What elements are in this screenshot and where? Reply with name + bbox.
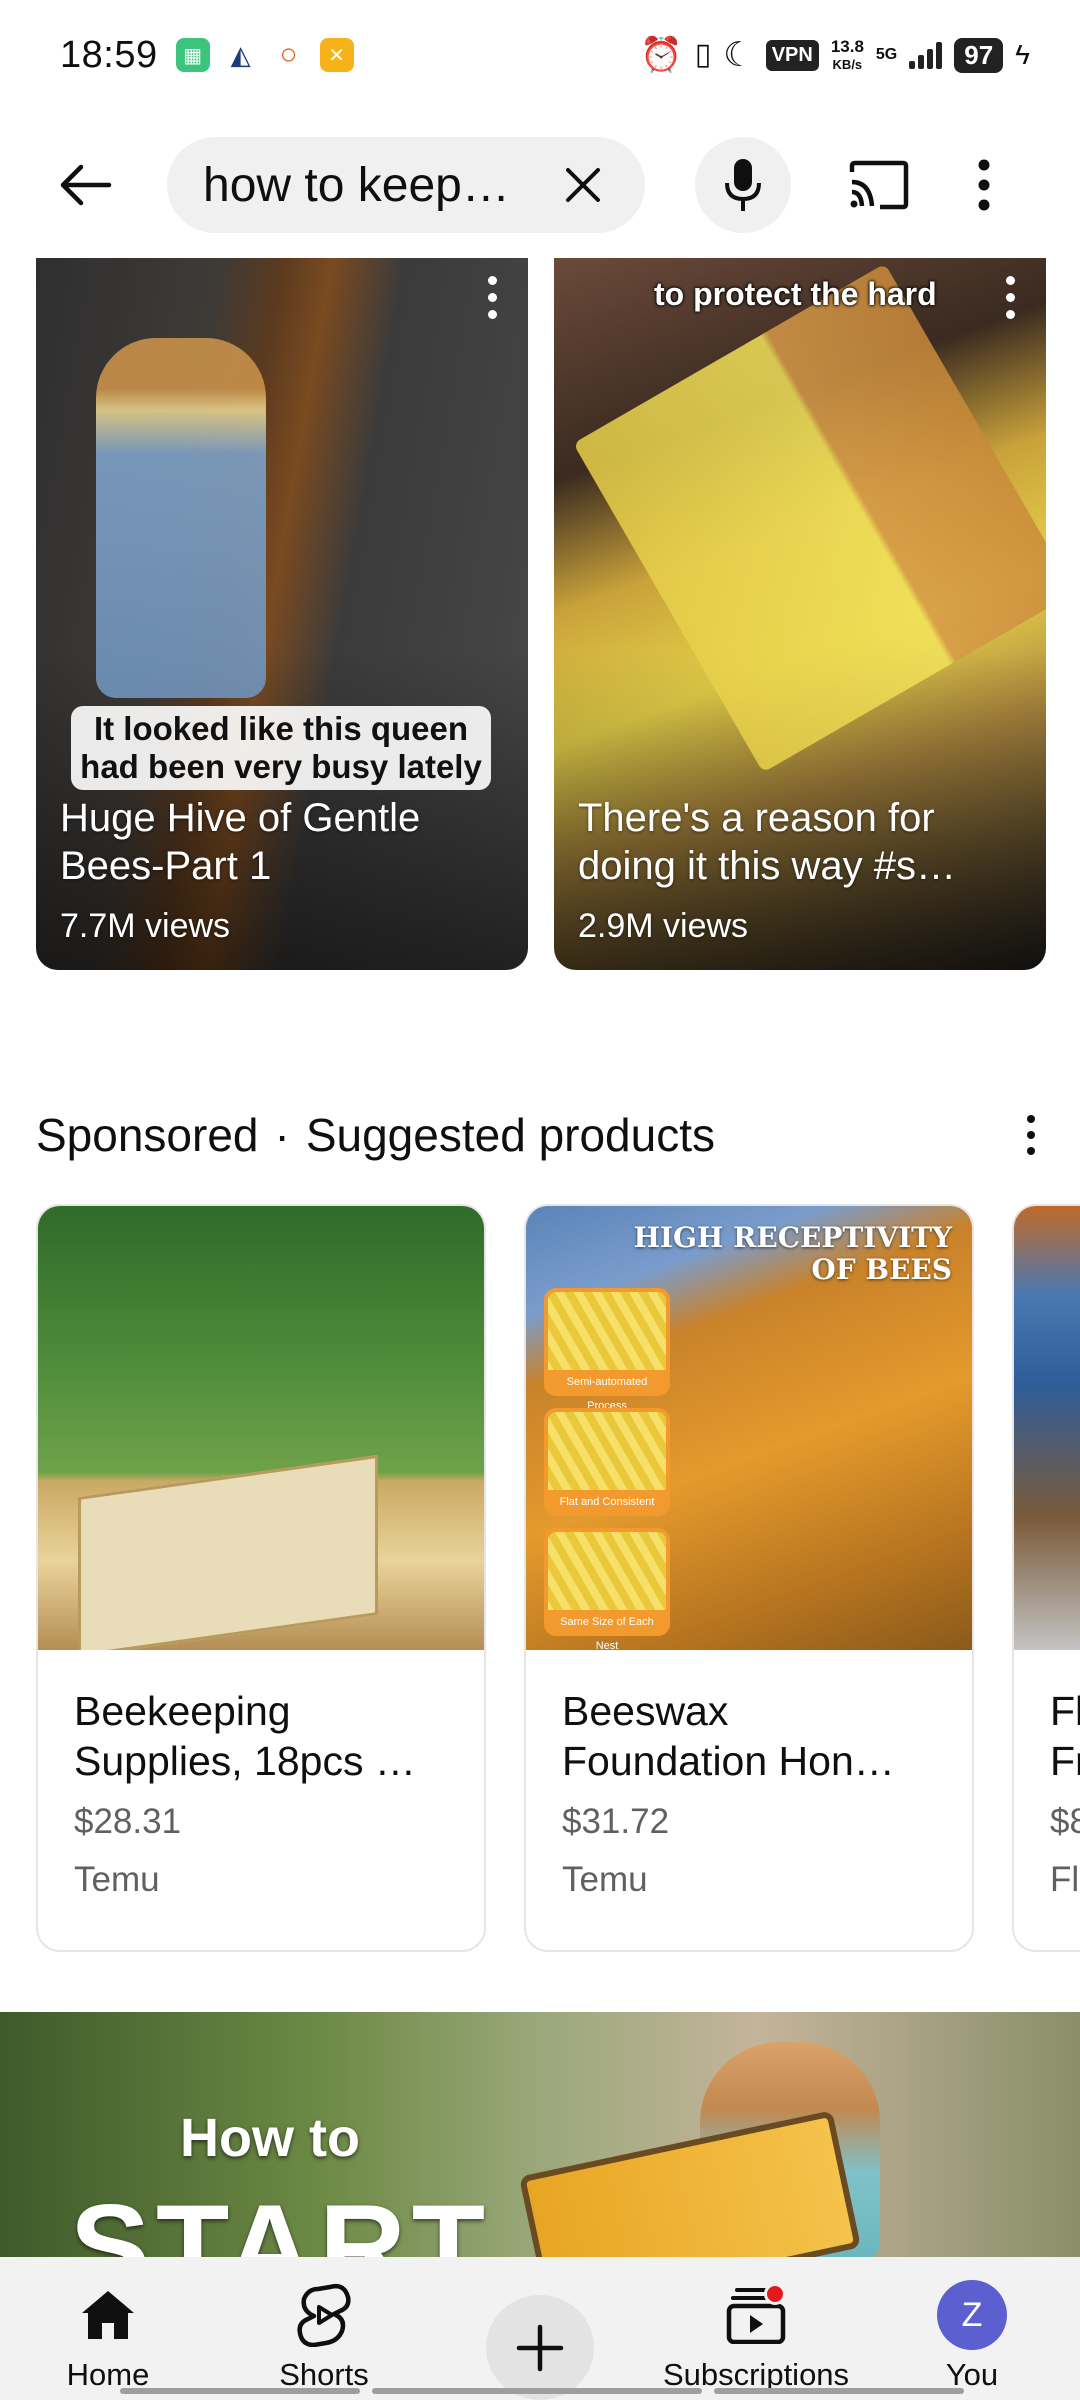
network-speed: 13.8 KB/s	[831, 38, 864, 73]
suggested-products-label: Suggested products	[305, 1109, 715, 1161]
search-header: how to keep…	[0, 130, 1080, 240]
moon-icon: ☾	[723, 36, 754, 74]
short-card[interactable]: to protect the hard There's a reason for…	[554, 258, 1046, 970]
gesture-bar	[372, 2388, 702, 2394]
short-thumbnail-image	[573, 263, 1046, 773]
voice-search-button[interactable]	[695, 137, 791, 233]
search-input[interactable]: how to keep…	[167, 137, 645, 233]
vibrate-icon: ▯	[694, 38, 712, 71]
more-options-button[interactable]	[959, 145, 1009, 225]
network-type: 5G	[875, 46, 898, 63]
feature-tile: Flat and Consistent	[544, 1408, 670, 1516]
product-image: HIGH RECEPTIVITY OF BEES Semi-automated …	[526, 1206, 972, 1650]
short-caption: It looked like this queen had been very …	[71, 706, 491, 790]
speed-unit: KB/s	[832, 56, 863, 72]
speed-value: 13.8	[830, 36, 864, 56]
nav-subscriptions[interactable]: Subscriptions	[648, 2257, 864, 2400]
nav-home[interactable]: Home	[0, 2257, 216, 2400]
shorts-icon	[288, 2279, 360, 2351]
sponsored-label: Sponsored	[36, 1109, 259, 1161]
avatar: Z	[937, 2280, 1007, 2350]
product-store: Temu	[562, 1860, 648, 1899]
plus-icon	[516, 2324, 564, 2371]
product-title: Beeswax Foundation Hon…	[562, 1688, 895, 1784]
short-thumbnail-image	[96, 338, 266, 698]
vpn-badge: VPN	[765, 39, 819, 71]
product-card[interactable]: Beekeeping Supplies, 18pcs … $28.31 Temu	[36, 1204, 486, 1952]
alarm-icon: ⏰	[640, 36, 683, 74]
feature-label: Same Size of Each Nest	[548, 1610, 666, 1650]
product-image-headline: HIGH RECEPTIVITY OF BEES	[633, 1221, 952, 1286]
sponsored-header: Sponsored · Suggested products	[36, 1100, 1046, 1170]
nav-you[interactable]: Z You	[864, 2257, 1080, 2400]
product-image	[1014, 1206, 1080, 1650]
video-thumbnail[interactable]: How to START	[0, 2012, 1080, 2257]
product-image	[38, 1206, 484, 1650]
short-caption: to protect the hard	[654, 276, 937, 312]
product-store: Fl	[1050, 1860, 1080, 1899]
product-price: $28.31	[74, 1802, 182, 1841]
product-card[interactable]: HIGH RECEPTIVITY OF BEES Semi-automated …	[524, 1204, 974, 1952]
home-icon	[72, 2279, 144, 2351]
back-button[interactable]	[35, 135, 135, 235]
feature-label: Flat and Consistent	[548, 1490, 666, 1514]
more-vert-icon	[978, 159, 990, 211]
app-navy-icon: ◭	[223, 38, 258, 72]
thumbnail-honeycomb	[518, 2110, 862, 2257]
cast-button[interactable]	[839, 145, 919, 225]
clock: 18:59	[60, 33, 158, 76]
search-query: how to keep…	[203, 158, 510, 212]
cast-icon	[849, 160, 909, 210]
clear-x-icon	[566, 168, 600, 202]
product-price: $31.72	[562, 1802, 670, 1841]
product-title: Fl Fr	[1050, 1688, 1080, 1784]
back-arrow-icon	[60, 164, 112, 206]
app-tools-icon: ✕	[319, 38, 354, 72]
notification-icons: ▦ ◭ ○ ✕	[175, 38, 354, 72]
charging-icon: ϟ	[1015, 39, 1030, 70]
short-views: 7.7M views	[60, 907, 231, 945]
separator-dot: ·	[274, 1109, 290, 1161]
product-price: $8	[1050, 1802, 1080, 1841]
app-green-icon: ▦	[175, 38, 210, 72]
thumbnail-text: START	[70, 2180, 492, 2257]
short-card[interactable]: It looked like this queen had been very …	[36, 258, 528, 970]
bottom-navigation: Home Shorts Subscriptions Z You	[0, 2257, 1080, 2400]
status-bar: 18:59 ▦ ◭ ○ ✕ ⏰ ▯ ☾ VPN 13.8 KB/s 5G 97 …	[0, 0, 1080, 110]
notification-dot	[764, 2283, 786, 2305]
shorts-row: It looked like this queen had been very …	[36, 258, 1046, 970]
signal-icon	[909, 41, 943, 69]
feature-tile: Semi-automated Process	[544, 1288, 670, 1412]
gesture-bar	[120, 2388, 360, 2394]
nav-shorts[interactable]: Shorts	[216, 2257, 432, 2400]
create-button[interactable]	[486, 2295, 594, 2400]
avatar-container: Z	[936, 2279, 1008, 2351]
product-title: Beekeeping Supplies, 18pcs …	[74, 1688, 416, 1784]
hive-box-shape	[78, 1454, 378, 1650]
app-orange-ring-icon: ○	[271, 38, 306, 72]
feature-tile: Same Size of Each Nest	[544, 1528, 670, 1650]
gesture-bar	[714, 2388, 964, 2394]
mic-icon	[725, 159, 761, 211]
short-views: 2.9M views	[578, 907, 749, 945]
short-title: Huge Hive of Gentle Bees-Part 1	[60, 796, 421, 888]
products-carousel[interactable]: Beekeeping Supplies, 18pcs … $28.31 Temu…	[36, 1204, 1080, 1952]
subscriptions-icon	[720, 2279, 792, 2351]
feature-label: Semi-automated Process	[548, 1370, 666, 1412]
short-more-button[interactable]	[486, 276, 498, 319]
product-card[interactable]: Fl Fr $8 Fl	[1012, 1204, 1080, 1952]
clear-search-button[interactable]	[553, 155, 613, 215]
short-more-button[interactable]	[1004, 276, 1016, 319]
nav-create[interactable]	[432, 2257, 648, 2400]
product-store: Temu	[74, 1860, 160, 1899]
short-title: There's a reason for doing it this way #…	[578, 796, 956, 888]
sponsored-more-button[interactable]	[1016, 1115, 1046, 1155]
thumbnail-text: How to	[180, 2108, 360, 2168]
battery-level: 97	[954, 37, 1004, 73]
